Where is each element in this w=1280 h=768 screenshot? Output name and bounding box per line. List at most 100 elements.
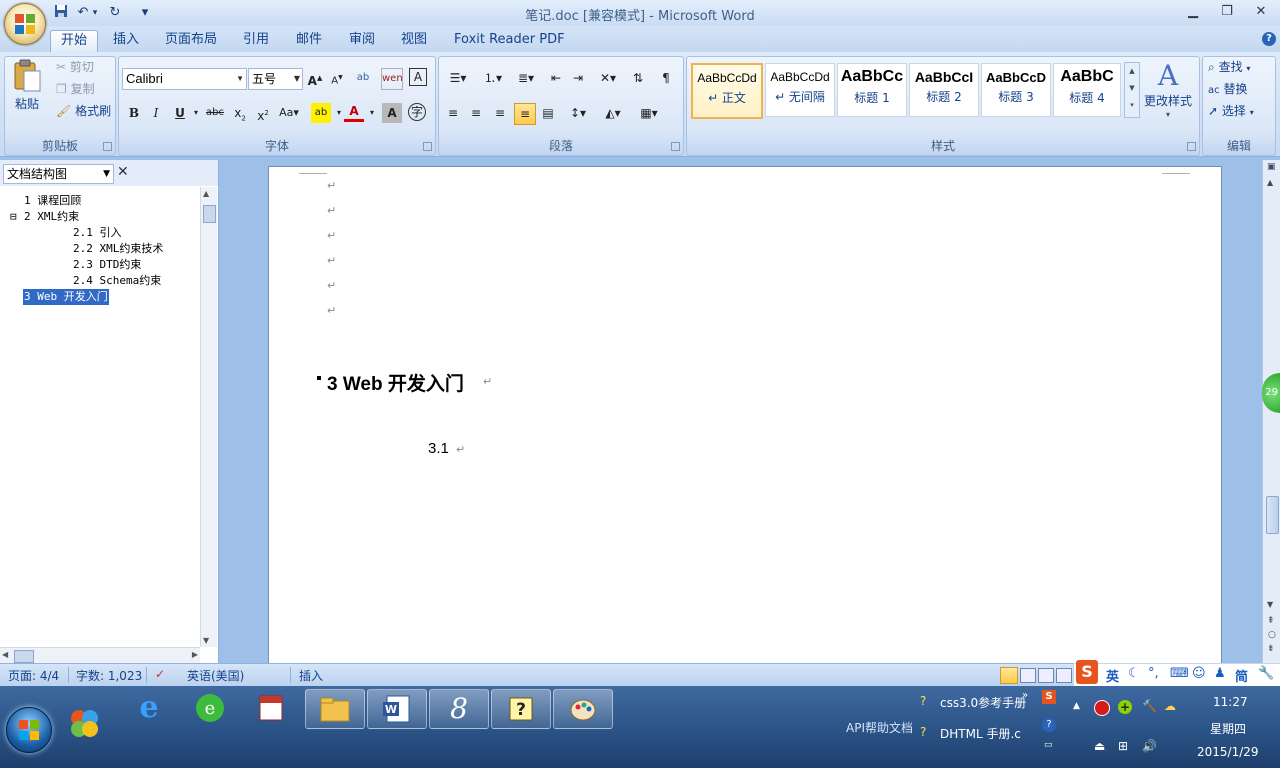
- calendar-app-icon[interactable]: [243, 689, 301, 727]
- word-taskbar-icon[interactable]: W: [367, 689, 427, 729]
- tab-view[interactable]: 视图: [391, 30, 437, 52]
- tab-review[interactable]: 审阅: [339, 30, 385, 52]
- help-icon[interactable]: ?: [1262, 32, 1276, 46]
- qat-customize-icon[interactable]: ▾: [136, 4, 154, 22]
- font-color-icon[interactable]: A: [344, 103, 364, 122]
- bold-icon[interactable]: B: [124, 103, 144, 123]
- app-launcher-icon[interactable]: [58, 706, 110, 744]
- next-page-icon[interactable]: ⇟: [1267, 644, 1275, 654]
- page-count[interactable]: 页面: 4/4: [8, 667, 59, 684]
- align-left-icon[interactable]: ≡: [443, 103, 463, 123]
- moon-icon[interactable]: ☾: [1128, 666, 1140, 681]
- scroll-down-icon[interactable]: ▼: [203, 636, 209, 645]
- style-heading-3[interactable]: AaBbCcD 标题 3: [981, 63, 1051, 117]
- plus-tray-icon[interactable]: +: [1118, 700, 1132, 714]
- format-painter-button[interactable]: 🖌 格式刷: [56, 102, 111, 120]
- change-styles-button[interactable]: A 更改样式 ▾: [1142, 60, 1194, 130]
- tools-tray-icon[interactable]: 🔨: [1142, 699, 1157, 713]
- char-border-icon[interactable]: A: [409, 68, 427, 86]
- shirt-icon[interactable]: ♟: [1214, 666, 1226, 681]
- ime-lang-toggle[interactable]: 英: [1106, 666, 1119, 685]
- styles-scroll-icon[interactable]: ▲ ▼ ▾: [1124, 62, 1140, 118]
- outline-view-icon[interactable]: [1056, 668, 1072, 683]
- show-hidden-icons[interactable]: ▲: [1073, 701, 1080, 711]
- grow-font-icon[interactable]: A▲: [305, 68, 325, 88]
- increase-indent-icon[interactable]: ⇥: [568, 68, 588, 88]
- paint-icon[interactable]: [553, 689, 613, 729]
- office-button[interactable]: [4, 3, 46, 45]
- document-map-select[interactable]: 文档结构图 ▼: [3, 164, 114, 184]
- font-color-dropdown-icon[interactable]: ▾: [362, 103, 382, 123]
- scroll-thumb[interactable]: [14, 650, 34, 663]
- file-explorer-icon[interactable]: [305, 689, 365, 729]
- show-marks-icon[interactable]: ¶: [656, 68, 676, 88]
- close-icon[interactable]: ✕: [117, 164, 129, 180]
- style-normal[interactable]: AaBbCcDd ↵ 正文: [691, 63, 763, 119]
- style-heading-1[interactable]: AaBbCc 标题 1: [837, 63, 907, 117]
- numbering-icon[interactable]: ⒈▾: [478, 68, 508, 88]
- shrink-font-icon[interactable]: A▼: [327, 68, 347, 88]
- scroll-down-icon[interactable]: ▼: [1267, 600, 1273, 609]
- punctuation-icon[interactable]: °,: [1148, 666, 1159, 681]
- italic-icon[interactable]: I: [146, 103, 166, 123]
- network-tray-icon[interactable]: ⊞: [1118, 739, 1128, 753]
- nav-item-selected[interactable]: 3 Web 开发入门: [23, 289, 109, 305]
- wrench-icon[interactable]: 🔧: [1258, 666, 1274, 681]
- help-docs-icon[interactable]: ?: [491, 689, 551, 729]
- keyboard-icon[interactable]: ⌨: [1170, 666, 1189, 681]
- sogou-tray-icon[interactable]: S: [1042, 690, 1056, 704]
- minimize-button[interactable]: ▁: [1178, 2, 1208, 22]
- heading-3-web[interactable]: 3 Web 开发入门: [327, 369, 464, 396]
- restore-button[interactable]: ❐: [1212, 2, 1242, 22]
- justify-icon[interactable]: ≡: [514, 103, 536, 125]
- scroll-left-icon[interactable]: ◀: [2, 650, 8, 659]
- char-shading-icon[interactable]: A: [382, 103, 402, 123]
- chinese-layout-icon[interactable]: ✕▾: [594, 68, 622, 88]
- underline-dropdown-icon[interactable]: ▾: [186, 103, 206, 123]
- sogou-logo-icon[interactable]: S: [1076, 660, 1098, 684]
- find-button[interactable]: ⌕ 查找 ▾: [1208, 58, 1250, 78]
- script-app-icon[interactable]: 8: [429, 689, 489, 729]
- tab-insert[interactable]: 插入: [103, 30, 149, 52]
- align-right-icon[interactable]: ≡: [490, 103, 510, 123]
- internet-explorer-icon[interactable]: e: [120, 689, 178, 727]
- nav-item[interactable]: 2.4 Schema约束: [73, 273, 161, 289]
- enclose-char-icon[interactable]: 字: [408, 103, 426, 121]
- tab-references[interactable]: 引用: [233, 30, 279, 52]
- copy-button[interactable]: ❐ 复制: [56, 80, 95, 98]
- phonetic-guide-icon[interactable]: wen: [381, 68, 403, 90]
- clock-weekday[interactable]: 星期四: [1210, 720, 1246, 737]
- subscript-icon[interactable]: x2: [230, 103, 250, 123]
- start-button[interactable]: [6, 707, 52, 753]
- tab-mailings[interactable]: 邮件: [286, 30, 332, 52]
- replace-button[interactable]: ac 替换: [1208, 80, 1247, 100]
- cut-button[interactable]: ✂ 剪切: [56, 58, 94, 76]
- clock-date[interactable]: 2015/1/29: [1197, 745, 1259, 759]
- nav-item[interactable]: ⊟ 2 XML约束: [10, 209, 79, 225]
- styles-launcher-icon[interactable]: [1187, 142, 1196, 151]
- style-heading-4[interactable]: AaBbC 标题 4: [1053, 63, 1121, 117]
- nav-vertical-scrollbar[interactable]: ▲ ▼: [200, 187, 217, 647]
- distributed-icon[interactable]: ▤: [538, 103, 558, 123]
- change-case-icon[interactable]: Aa▾: [279, 103, 299, 123]
- browser-360-icon[interactable]: e: [181, 689, 239, 727]
- word-count[interactable]: 字数: 1,023: [76, 667, 142, 684]
- nav-item[interactable]: 2.3 DTD约束: [73, 257, 141, 273]
- scroll-right-icon[interactable]: ▶: [192, 650, 198, 659]
- scroll-thumb[interactable]: [203, 205, 216, 223]
- web-layout-view-icon[interactable]: [1038, 668, 1054, 683]
- volume-icon[interactable]: 🔊: [1142, 739, 1157, 753]
- close-button[interactable]: ✕: [1246, 2, 1276, 22]
- help-tray-icon[interactable]: ?: [1042, 718, 1056, 732]
- simplified-toggle[interactable]: 简: [1235, 666, 1248, 685]
- style-no-spacing[interactable]: AaBbCcDd ↵ 无间隔: [765, 63, 835, 117]
- browse-object-icon[interactable]: ○: [1268, 630, 1276, 640]
- document-page[interactable]: ↵ ↵ ↵ ↵ ↵ ↵ 3 Web 开发入门 ↵ 3.1 ↵: [268, 166, 1222, 665]
- superscript-icon[interactable]: x2: [253, 103, 273, 123]
- full-screen-reading-view-icon[interactable]: [1020, 668, 1036, 683]
- language-status[interactable]: 英语(美国): [187, 667, 244, 684]
- tab-home[interactable]: 开始: [50, 30, 99, 53]
- print-layout-view-icon[interactable]: [1000, 667, 1018, 684]
- bullets-icon[interactable]: ☰▾: [443, 68, 473, 88]
- paste-button[interactable]: 粘贴: [12, 59, 46, 119]
